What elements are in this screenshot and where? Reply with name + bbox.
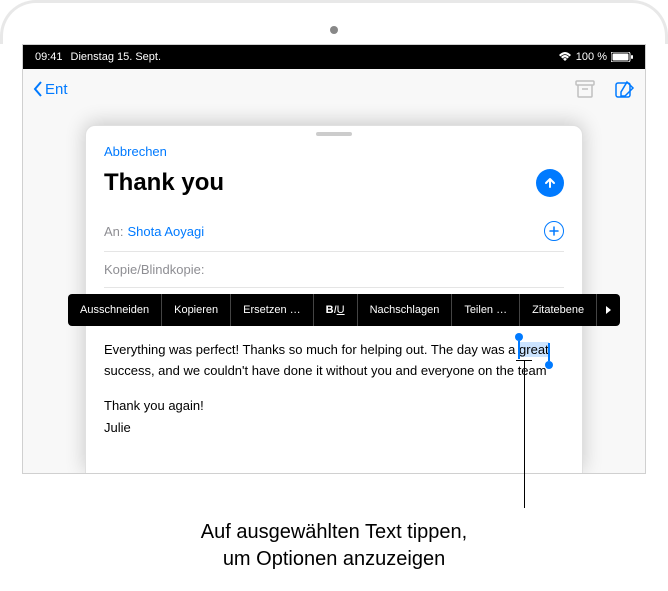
context-more-icon[interactable] [597,294,620,326]
caption-line-2: um Optionen anzuzeigen [0,546,668,573]
to-field[interactable]: An: Shota Aoyagi [104,211,564,252]
to-value: Shota Aoyagi [128,224,205,239]
sheet-handle[interactable] [316,132,352,136]
cc-label: Kopie/Blindkopie: [104,262,204,277]
callout-connector [524,360,525,508]
selected-text[interactable]: great [519,342,549,357]
selection-handle-left[interactable] [518,341,520,359]
chevron-left-icon [33,81,43,97]
ipad-frame [0,0,668,44]
selection-handle-right[interactable] [548,343,550,361]
archive-icon[interactable] [575,80,595,98]
context-menu: Ausschneiden Kopieren Ersetzen … B I U N… [68,294,620,326]
body-paragraph-3: Julie [104,418,564,439]
context-copy[interactable]: Kopieren [162,294,231,326]
mail-nav-bar: Ent [23,69,645,109]
body-paragraph-1: Everything was perfect! Thanks so much f… [104,340,564,382]
context-biu[interactable]: B I U [314,294,358,326]
back-button[interactable]: Ent [33,81,68,98]
context-replace[interactable]: Ersetzen … [231,294,313,326]
screen: 09:41 Dienstag 15. Sept. 100 % Ent [22,44,646,474]
back-label: Ent [45,81,68,98]
email-body[interactable]: Everything was perfect! Thanks so much f… [104,324,564,469]
cc-field[interactable]: Kopie/Blindkopie: [104,252,564,288]
camera-dot [330,26,338,34]
caption-line-1: Auf ausgewählten Text tippen, [0,519,668,546]
status-bar: 09:41 Dienstag 15. Sept. 100 % [23,45,645,69]
context-cut[interactable]: Ausschneiden [68,294,162,326]
context-lookup[interactable]: Nachschlagen [358,294,453,326]
send-button[interactable] [536,169,564,197]
cancel-button[interactable]: Abbrechen [104,144,564,159]
wifi-icon [558,52,572,62]
battery-icon [611,52,633,62]
caption: Auf ausgewählten Text tippen, um Optione… [0,519,668,573]
context-share[interactable]: Teilen … [452,294,520,326]
add-recipient-button[interactable] [544,221,564,241]
status-time: 09:41 [35,51,63,63]
context-quote-level[interactable]: Zitatebene [520,294,597,326]
body-paragraph-2: Thank you again! [104,396,564,417]
compose-title: Thank you [104,169,224,197]
battery-text: 100 % [576,51,607,63]
compose-icon[interactable] [615,80,635,98]
status-date: Dienstag 15. Sept. [71,51,162,63]
to-label: An: [104,224,124,239]
